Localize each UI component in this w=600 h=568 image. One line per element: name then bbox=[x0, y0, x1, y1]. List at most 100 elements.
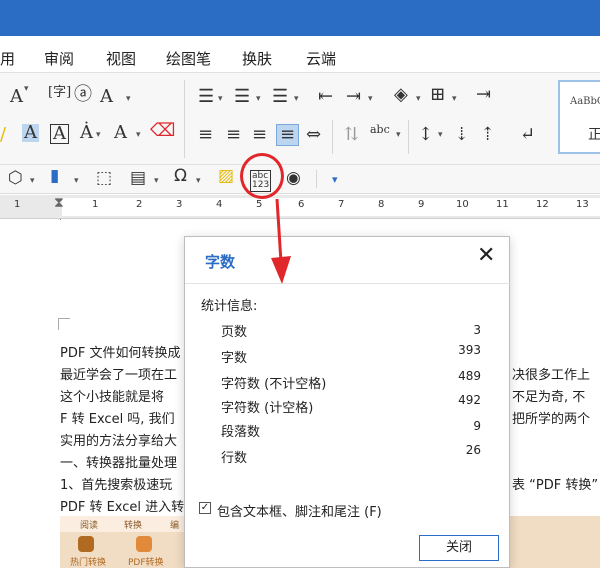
stat-label-pages: 页数 bbox=[221, 325, 248, 340]
camera-icon[interactable]: ◉ bbox=[286, 170, 301, 187]
align-left-icon[interactable]: ≡ bbox=[198, 126, 213, 144]
caret-icon[interactable]: ▾ bbox=[126, 94, 131, 104]
doc-line[interactable]: 最近学会了一项在工 bbox=[60, 364, 177, 383]
menu-item-skin[interactable]: 换肤 bbox=[242, 48, 272, 69]
ruler-tick: 6 bbox=[298, 199, 305, 210]
include-textbox-label[interactable]: 包含文本框、脚注和尾注 (F) bbox=[217, 501, 382, 520]
emphasis-mark-icon[interactable]: Ȧ bbox=[80, 124, 93, 142]
menu-item-view[interactable]: 视图 bbox=[106, 48, 136, 69]
menu-item-review[interactable]: 审阅 bbox=[44, 48, 74, 69]
decrease-indent-icon[interactable]: ⇤ bbox=[318, 88, 333, 106]
tab-stop-icon[interactable]: ⇥ bbox=[476, 86, 491, 104]
dialog-divider bbox=[185, 283, 511, 284]
caret-icon[interactable]: ▾ bbox=[294, 94, 299, 104]
close-icon[interactable]: ✕ bbox=[477, 245, 495, 267]
hot-convert-icon bbox=[78, 536, 94, 552]
word-count-dialog: 字数 ✕ 统计信息: 页数 3 字数 393 字符数 (不计空格) 489 字符… bbox=[184, 236, 511, 568]
highlight-icon[interactable]: / bbox=[0, 126, 6, 144]
caret-icon[interactable]: ▾ bbox=[30, 176, 35, 186]
style-gallery[interactable]: AaBbCc 正 bbox=[558, 80, 600, 154]
text-direction-icon[interactable]: ⇅ bbox=[344, 126, 359, 144]
align-center-icon[interactable]: ≡ bbox=[226, 126, 241, 144]
caret-icon[interactable]: ▾ bbox=[438, 130, 443, 140]
shading-icon[interactable]: ◈ bbox=[394, 86, 408, 104]
increase-indent-icon[interactable]: ⇥ bbox=[346, 88, 361, 106]
font-color-icon[interactable]: A bbox=[10, 88, 23, 106]
include-textbox-checkbox[interactable]: ✓ bbox=[199, 502, 211, 514]
doc-line[interactable]: F 转 Excel 吗, 我们 bbox=[60, 408, 175, 427]
doc-line-fragment[interactable]: 不足为奇, 不 bbox=[512, 386, 585, 405]
embedded-label: 热门转换 bbox=[70, 558, 107, 568]
stat-value-lines: 26 bbox=[465, 443, 481, 457]
distributed-align-icon[interactable]: ⇔ bbox=[306, 126, 321, 144]
doc-line[interactable]: 这个小技能就是将 bbox=[60, 386, 164, 405]
phonetic-guide-icon[interactable]: [字] bbox=[48, 86, 71, 99]
paragraph-mark-icon[interactable]: ↵ bbox=[520, 126, 535, 144]
doc-line-fragment[interactable]: 把所学的两个 bbox=[512, 408, 590, 427]
caret-icon[interactable]: ▾ bbox=[196, 176, 201, 186]
horizontal-ruler[interactable]: 1 1 2 3 4 5 6 7 8 9 10 11 12 13 ⧗ bbox=[0, 195, 600, 219]
caret-icon[interactable]: ▾ bbox=[154, 176, 159, 186]
style-name: 正 bbox=[588, 127, 600, 143]
caret-icon[interactable]: ▾ bbox=[416, 94, 421, 104]
caret-icon[interactable]: ▾ bbox=[218, 94, 223, 104]
character-shading-icon[interactable]: A bbox=[22, 124, 39, 142]
doc-line[interactable]: 一、转换器批量处理 bbox=[60, 452, 177, 471]
caret-icon[interactable]: ▾ bbox=[452, 94, 457, 104]
character-scale-icon[interactable]: A bbox=[100, 88, 113, 106]
character-border-icon[interactable]: A bbox=[50, 124, 69, 144]
stat-value-paragraphs: 9 bbox=[473, 419, 481, 433]
doc-line[interactable]: PDF 文件如何转换成 bbox=[60, 342, 180, 361]
embedded-tab-edit: 编 bbox=[170, 521, 180, 531]
text-box-icon[interactable]: ▤ bbox=[130, 170, 146, 187]
multilevel-list-icon[interactable]: ☰ bbox=[272, 88, 288, 106]
doc-line[interactable]: PDF 转 Excel 进入转 bbox=[60, 496, 184, 515]
sticky-note-icon[interactable]: ▨ bbox=[218, 168, 234, 185]
ribbon-divider bbox=[332, 120, 333, 154]
stat-label-lines: 行数 bbox=[221, 451, 248, 466]
clear-format-icon[interactable]: ⌫ bbox=[150, 122, 175, 140]
numbered-list-icon[interactable]: ☰ bbox=[234, 88, 250, 106]
ribbon-divider bbox=[184, 80, 185, 158]
menu-item-drawing-pen[interactable]: 绘图笔 bbox=[166, 48, 211, 69]
line-spacing-icon[interactable]: ↕ bbox=[418, 126, 433, 144]
margin-corner-mark bbox=[58, 318, 70, 330]
ruler-tick: 9 bbox=[418, 199, 425, 210]
enclose-character-icon[interactable]: ⓐ bbox=[74, 86, 92, 104]
indent-marker-icon[interactable]: ⧗ bbox=[54, 195, 64, 211]
menu-item-cloud[interactable]: 云端 bbox=[306, 48, 336, 69]
doc-line[interactable]: 1、首先搜索极速玩 bbox=[60, 474, 172, 493]
more-options-icon[interactable]: ▾ bbox=[332, 174, 338, 185]
sort-ascending-icon[interactable]: ⇣ bbox=[454, 126, 469, 144]
borders-icon[interactable]: ⊞ bbox=[430, 86, 445, 104]
doc-line[interactable]: 实用的方法分享给大 bbox=[60, 430, 177, 449]
doc-line-fragment[interactable]: 表 “PDF 转换” bbox=[512, 474, 598, 493]
doc-line-fragment[interactable]: 决很多工作上 bbox=[512, 364, 590, 383]
sort-descending-icon[interactable]: ⇡ bbox=[480, 126, 495, 144]
stat-value-chars-no-spaces: 489 bbox=[458, 369, 481, 383]
menu-item-cut[interactable]: 用 bbox=[0, 48, 15, 69]
stat-label-paragraphs: 段落数 bbox=[221, 425, 261, 440]
close-button[interactable]: 关闭 bbox=[419, 535, 499, 561]
toolbar-divider bbox=[316, 170, 317, 188]
stats-heading: 统计信息: bbox=[201, 299, 258, 314]
align-right-icon[interactable]: ≡ bbox=[252, 126, 267, 144]
text-effect-icon[interactable]: A bbox=[114, 124, 127, 142]
ruler-tick: 1 bbox=[14, 199, 21, 210]
caret-icon[interactable]: ▾ bbox=[136, 130, 141, 140]
bullet-list-icon[interactable]: ☰ bbox=[198, 88, 214, 106]
caret-icon[interactable]: ▾ bbox=[396, 130, 401, 140]
caret-icon[interactable]: ▾ bbox=[24, 84, 29, 94]
symbol-omega-icon[interactable]: Ω bbox=[174, 168, 187, 185]
caret-icon[interactable]: ▾ bbox=[96, 130, 101, 140]
spell-check-icon[interactable]: abc bbox=[370, 124, 390, 135]
caret-icon[interactable]: ▾ bbox=[368, 94, 373, 104]
chart-icon[interactable]: ▮ bbox=[50, 168, 59, 185]
caret-icon[interactable]: ▾ bbox=[256, 94, 261, 104]
screenshot-icon[interactable]: ⬚ bbox=[96, 170, 112, 187]
ruler-tick: 13 bbox=[576, 199, 589, 210]
justify-icon[interactable]: ≡ bbox=[276, 124, 300, 146]
shapes-icon[interactable]: ⬡ bbox=[8, 170, 23, 187]
ribbon-divider bbox=[408, 120, 409, 154]
caret-icon[interactable]: ▾ bbox=[74, 176, 79, 186]
